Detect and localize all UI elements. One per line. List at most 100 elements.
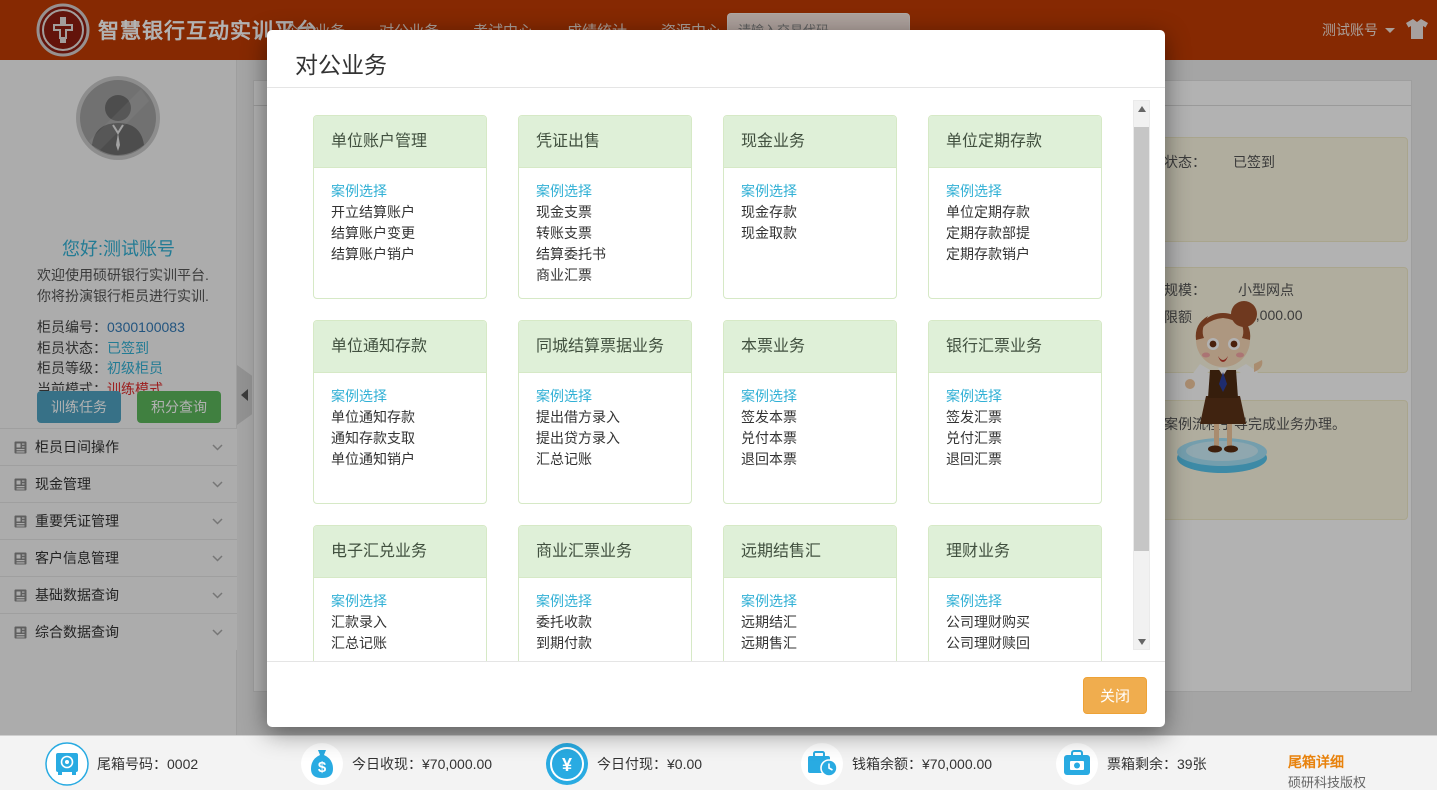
safe-icon xyxy=(45,742,89,786)
business-item-link[interactable]: 定期存款部提 xyxy=(946,223,1084,244)
tail-box-detail-link[interactable]: 尾箱详细 xyxy=(1288,752,1344,772)
case-select-link[interactable]: 案例选择 xyxy=(946,386,1084,407)
scrollbar-thumb[interactable] xyxy=(1134,127,1149,551)
business-card-title: 理财业务 xyxy=(929,526,1101,578)
cashbox-icon xyxy=(800,742,844,786)
business-item-link[interactable]: 通知存款支取 xyxy=(331,428,469,449)
modal-header: 对公业务 xyxy=(267,30,1165,88)
business-item-link[interactable]: 转账支票 xyxy=(536,223,674,244)
business-card: 凭证出售 案例选择 现金支票转账支票结算委托书商业汇票 xyxy=(518,115,692,299)
business-card: 同城结算票据业务 案例选择 提出借方录入提出贷方录入汇总记账 xyxy=(518,320,692,504)
business-card-title: 电子汇兑业务 xyxy=(314,526,486,578)
case-select-link[interactable]: 案例选择 xyxy=(536,386,674,407)
business-item-link[interactable]: 签发本票 xyxy=(741,407,879,428)
svg-text:$: $ xyxy=(318,759,327,776)
moneybag-icon: $ xyxy=(300,742,344,786)
business-item-link[interactable]: 现金取款 xyxy=(741,223,879,244)
scroll-down-arrow[interactable] xyxy=(1134,634,1149,649)
case-select-link[interactable]: 案例选择 xyxy=(946,181,1084,202)
stat-label: 尾箱号码：0002 xyxy=(97,754,198,774)
case-select-link[interactable]: 案例选择 xyxy=(741,181,879,202)
ticket-box-stat: 票箱剩余：39张 xyxy=(1055,736,1207,790)
business-card: 单位通知存款 案例选择 单位通知存款通知存款支取单位通知销户 xyxy=(313,320,487,504)
business-item-link[interactable]: 现金支票 xyxy=(536,202,674,223)
business-card-title: 远期结售汇 xyxy=(724,526,896,578)
scroll-up-arrow[interactable] xyxy=(1134,101,1149,116)
business-item-link[interactable]: 退回本票 xyxy=(741,449,879,470)
business-item-link[interactable]: 汇总记账 xyxy=(331,633,469,654)
svg-text:¥: ¥ xyxy=(562,755,572,775)
business-card: 本票业务 案例选择 签发本票兑付本票退回本票 xyxy=(723,320,897,504)
business-item-link[interactable]: 定期存款销户 xyxy=(946,244,1084,265)
business-item-link[interactable]: 兑付汇票 xyxy=(946,428,1084,449)
ticketbox-icon xyxy=(1055,742,1099,786)
business-item-link[interactable]: 公司理财赎回 xyxy=(946,633,1084,654)
case-select-link[interactable]: 案例选择 xyxy=(741,386,879,407)
business-item-link[interactable]: 结算账户变更 xyxy=(331,223,469,244)
business-card-title: 凭证出售 xyxy=(519,116,691,168)
case-select-link[interactable]: 案例选择 xyxy=(331,181,469,202)
business-item-link[interactable]: 单位定期存款 xyxy=(946,202,1084,223)
modal-scrollbar[interactable] xyxy=(1133,100,1150,650)
business-item-link[interactable]: 远期售汇 xyxy=(741,633,879,654)
business-card-title: 单位通知存款 xyxy=(314,321,486,373)
case-select-link[interactable]: 案例选择 xyxy=(741,591,879,612)
case-select-link[interactable]: 案例选择 xyxy=(331,386,469,407)
case-select-link[interactable]: 案例选择 xyxy=(536,591,674,612)
tail-box-stat: 尾箱号码：0002 xyxy=(45,736,198,790)
modal-title: 对公业务 xyxy=(295,46,1137,80)
stat-label: 今日付现：¥0.00 xyxy=(597,754,702,774)
business-card-title: 商业汇票业务 xyxy=(519,526,691,578)
business-item-link[interactable]: 汇总记账 xyxy=(536,449,674,470)
stat-label: 票箱剩余：39张 xyxy=(1107,754,1207,774)
business-item-link[interactable]: 签发汇票 xyxy=(946,407,1084,428)
business-item-link[interactable]: 提出借方录入 xyxy=(536,407,674,428)
cash-out-stat: ¥ 今日付现：¥0.00 xyxy=(545,736,702,790)
business-card-title: 本票业务 xyxy=(724,321,896,373)
business-item-link[interactable]: 兑付本票 xyxy=(741,428,879,449)
business-card: 单位定期存款 案例选择 单位定期存款定期存款部提定期存款销户 xyxy=(928,115,1102,299)
business-item-link[interactable]: 到期付款 xyxy=(536,633,674,654)
yuan-icon: ¥ xyxy=(545,742,589,786)
business-card-title: 同城结算票据业务 xyxy=(519,321,691,373)
business-card: 远期结售汇 案例选择 远期结汇远期售汇 xyxy=(723,525,897,661)
business-item-link[interactable]: 单位通知销户 xyxy=(331,449,469,470)
business-item-link[interactable]: 开立结算账户 xyxy=(331,202,469,223)
business-item-link[interactable]: 结算账户销户 xyxy=(331,244,469,265)
business-card-title: 单位账户管理 xyxy=(314,116,486,168)
business-item-link[interactable]: 退回汇票 xyxy=(946,449,1084,470)
business-item-link[interactable]: 提出贷方录入 xyxy=(536,428,674,449)
business-card: 电子汇兑业务 案例选择 汇款录入汇总记账 xyxy=(313,525,487,661)
business-item-link[interactable]: 汇款录入 xyxy=(331,612,469,633)
page: 智慧银行互动实训平台 个人业务对公业务考试中心成绩统计资源中心 测试账号 您好:… xyxy=(0,0,1437,790)
stat-label: 今日收现：¥70,000.00 xyxy=(352,754,492,774)
business-card: 理财业务 案例选择 公司理财购买公司理财赎回 xyxy=(928,525,1102,661)
business-card: 商业汇票业务 案例选择 委托收款到期付款 xyxy=(518,525,692,661)
business-item-link[interactable]: 现金存款 xyxy=(741,202,879,223)
business-card-title: 单位定期存款 xyxy=(929,116,1101,168)
business-item-link[interactable]: 商业汇票 xyxy=(536,265,674,286)
business-item-link[interactable]: 远期结汇 xyxy=(741,612,879,633)
business-card: 银行汇票业务 案例选择 签发汇票兑付汇票退回汇票 xyxy=(928,320,1102,504)
cash-box-stat: 钱箱余额：¥70,000.00 xyxy=(800,736,992,790)
business-card: 单位账户管理 案例选择 开立结算账户结算账户变更结算账户销户 xyxy=(313,115,487,299)
business-item-link[interactable]: 公司理财购买 xyxy=(946,612,1084,633)
business-card-grid: 单位账户管理 案例选择 开立结算账户结算账户变更结算账户销户 凭证出售 案例选择 xyxy=(313,115,1102,661)
business-card-title: 现金业务 xyxy=(724,116,896,168)
modal-body: 单位账户管理 案例选择 开立结算账户结算账户变更结算账户销户 凭证出售 案例选择 xyxy=(267,88,1165,661)
close-button[interactable]: 关闭 xyxy=(1083,677,1147,714)
business-card: 现金业务 案例选择 现金存款现金取款 xyxy=(723,115,897,299)
modal-footer: 关闭 xyxy=(267,661,1165,726)
case-select-link[interactable]: 案例选择 xyxy=(536,181,674,202)
stat-label: 钱箱余额：¥70,000.00 xyxy=(852,754,992,774)
case-select-link[interactable]: 案例选择 xyxy=(946,591,1084,612)
copyright-text: 硕研科技版权 xyxy=(1288,772,1366,790)
business-item-link[interactable]: 结算委托书 xyxy=(536,244,674,265)
cash-in-stat: $ 今日收现：¥70,000.00 xyxy=(300,736,492,790)
bottom-status-bar: 尾箱号码：0002 $ 今日收现：¥70,000.00 ¥ 今日付现：¥0.00 xyxy=(0,735,1437,790)
case-select-link[interactable]: 案例选择 xyxy=(331,591,469,612)
business-card-title: 银行汇票业务 xyxy=(929,321,1101,373)
business-item-link[interactable]: 委托收款 xyxy=(536,612,674,633)
corporate-business-modal: 对公业务 单位账户管理 案例选择 开立结算账户结算账户变更结算账户销户 凭证出售 xyxy=(267,30,1165,727)
business-item-link[interactable]: 单位通知存款 xyxy=(331,407,469,428)
